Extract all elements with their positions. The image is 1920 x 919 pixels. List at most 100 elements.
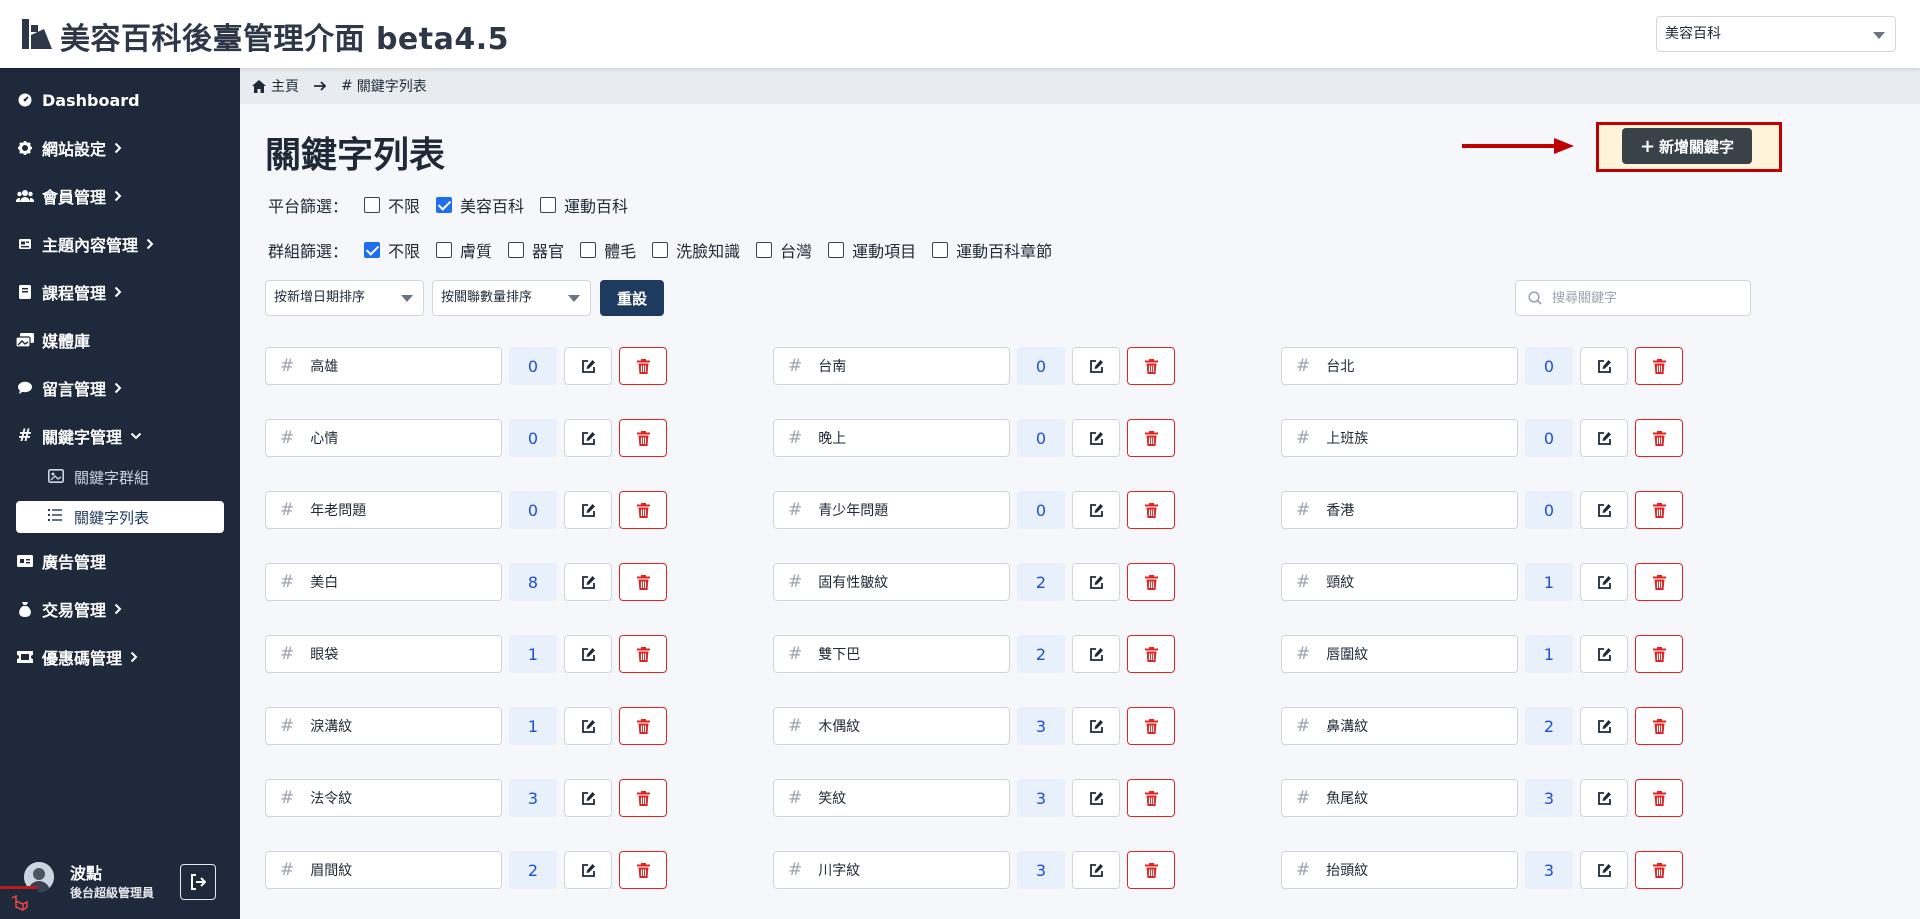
sidebar-item-coupons[interactable]: 優惠碼管理 (16, 643, 138, 671)
edit-keyword-button[interactable] (1580, 347, 1628, 385)
group-checkbox[interactable] (932, 242, 949, 258)
group-checkbox[interactable] (652, 242, 669, 258)
group-checkbox[interactable] (756, 242, 773, 258)
sidebar-subitem-keyword-groups[interactable]: 關鍵字群組 (48, 462, 149, 492)
sidebar-item-courses[interactable]: 課程管理 (16, 278, 122, 306)
group-option[interactable]: 體毛 (580, 238, 636, 262)
sidebar-item-ads[interactable]: 廣告管理 (16, 547, 106, 575)
keyword-name-field[interactable]: # 眼袋 (265, 635, 502, 673)
delete-keyword-button[interactable] (1635, 491, 1683, 529)
delete-keyword-button[interactable] (1127, 347, 1175, 385)
keyword-name-field[interactable]: # 鼻溝紋 (1281, 707, 1518, 745)
delete-keyword-button[interactable] (619, 779, 667, 817)
keyword-name-field[interactable]: # 魚尾紋 (1281, 779, 1518, 817)
edit-keyword-button[interactable] (1072, 851, 1120, 889)
keyword-name-field[interactable]: # 抬頭紋 (1281, 851, 1518, 889)
keyword-name-field[interactable]: # 法令紋 (265, 779, 502, 817)
sidebar-item-keywords[interactable]: # 關鍵字管理 (16, 422, 142, 450)
edit-keyword-button[interactable] (564, 851, 612, 889)
group-option[interactable]: 膚質 (436, 238, 492, 262)
delete-keyword-button[interactable] (1127, 779, 1175, 817)
delete-keyword-button[interactable] (1127, 635, 1175, 673)
keyword-name-field[interactable]: # 青少年問題 (773, 491, 1010, 529)
edit-keyword-button[interactable] (564, 707, 612, 745)
delete-keyword-button[interactable] (619, 707, 667, 745)
edit-keyword-button[interactable] (1072, 347, 1120, 385)
group-checkbox[interactable] (828, 242, 845, 258)
delete-keyword-button[interactable] (1635, 563, 1683, 601)
edit-keyword-button[interactable] (1580, 707, 1628, 745)
edit-keyword-button[interactable] (1072, 491, 1120, 529)
keyword-name-field[interactable]: # 木偶紋 (773, 707, 1010, 745)
edit-keyword-button[interactable] (1580, 563, 1628, 601)
breadcrumb-home[interactable]: 主頁 (252, 76, 299, 96)
group-option[interactable]: 洗臉知識 (652, 238, 740, 262)
edit-keyword-button[interactable] (1580, 635, 1628, 673)
keyword-name-field[interactable]: # 高雄 (265, 347, 502, 385)
sort-by-date-select[interactable]: 按新增日期排序 (265, 280, 424, 316)
keyword-name-field[interactable]: # 台南 (773, 347, 1010, 385)
logout-button[interactable] (180, 864, 216, 900)
edit-keyword-button[interactable] (564, 563, 612, 601)
group-option[interactable]: 運動項目 (828, 238, 916, 262)
delete-keyword-button[interactable] (619, 635, 667, 673)
platform-option[interactable]: 不限 (364, 193, 420, 217)
sidebar-item-dashboard[interactable]: Dashboard (16, 86, 140, 114)
sidebar-item-members[interactable]: 會員管理 (16, 182, 122, 210)
delete-keyword-button[interactable] (1127, 419, 1175, 457)
edit-keyword-button[interactable] (1072, 419, 1120, 457)
add-keyword-button[interactable]: + 新增關鍵字 (1622, 128, 1752, 164)
keyword-name-field[interactable]: # 美白 (265, 563, 502, 601)
platform-checkbox[interactable] (540, 197, 557, 213)
delete-keyword-button[interactable] (1635, 707, 1683, 745)
platform-option[interactable]: 運動百科 (540, 193, 628, 217)
edit-keyword-button[interactable] (564, 419, 612, 457)
keyword-name-field[interactable]: # 笑紋 (773, 779, 1010, 817)
sidebar-item-media[interactable]: 媒體庫 (16, 326, 90, 354)
delete-keyword-button[interactable] (619, 851, 667, 889)
edit-keyword-button[interactable] (1072, 779, 1120, 817)
platform-select[interactable]: 美容百科 (1656, 16, 1896, 52)
delete-keyword-button[interactable] (619, 347, 667, 385)
sidebar-item-settings[interactable]: 網站設定 (16, 134, 122, 162)
platform-checkbox[interactable] (436, 197, 453, 213)
group-option[interactable]: 器官 (508, 238, 564, 262)
delete-keyword-button[interactable] (1635, 419, 1683, 457)
delete-keyword-button[interactable] (1127, 707, 1175, 745)
keyword-name-field[interactable]: # 固有性皺紋 (773, 563, 1010, 601)
delete-keyword-button[interactable] (1127, 851, 1175, 889)
delete-keyword-button[interactable] (1635, 347, 1683, 385)
delete-keyword-button[interactable] (619, 491, 667, 529)
keyword-name-field[interactable]: # 香港 (1281, 491, 1518, 529)
sidebar-item-comments[interactable]: 留言管理 (16, 374, 122, 402)
edit-keyword-button[interactable] (1072, 635, 1120, 673)
edit-keyword-button[interactable] (564, 491, 612, 529)
keyword-name-field[interactable]: # 淚溝紋 (265, 707, 502, 745)
platform-checkbox[interactable] (364, 197, 381, 213)
sort-by-count-select[interactable]: 按關聯數量排序 (432, 280, 591, 316)
edit-keyword-button[interactable] (564, 779, 612, 817)
delete-keyword-button[interactable] (1635, 635, 1683, 673)
keyword-name-field[interactable]: # 年老問題 (265, 491, 502, 529)
keyword-name-field[interactable]: # 上班族 (1281, 419, 1518, 457)
group-checkbox[interactable] (436, 242, 453, 258)
group-option[interactable]: 台灣 (756, 238, 812, 262)
sidebar-item-content[interactable]: 主題內容管理 (16, 230, 154, 258)
group-option[interactable]: 不限 (364, 238, 420, 262)
delete-keyword-button[interactable] (1635, 851, 1683, 889)
delete-keyword-button[interactable] (619, 563, 667, 601)
edit-keyword-button[interactable] (1072, 563, 1120, 601)
group-checkbox[interactable] (580, 242, 597, 258)
keyword-name-field[interactable]: # 川字紋 (773, 851, 1010, 889)
keyword-name-field[interactable]: # 台北 (1281, 347, 1518, 385)
group-option[interactable]: 運動百科章節 (932, 238, 1052, 262)
platform-option[interactable]: 美容百科 (436, 193, 524, 217)
group-checkbox[interactable] (364, 242, 381, 258)
keyword-name-field[interactable]: # 晚上 (773, 419, 1010, 457)
edit-keyword-button[interactable] (1072, 707, 1120, 745)
keyword-name-field[interactable]: # 唇圍紋 (1281, 635, 1518, 673)
sidebar-subitem-keyword-list[interactable]: 關鍵字列表 (16, 501, 224, 533)
edit-keyword-button[interactable] (1580, 851, 1628, 889)
delete-keyword-button[interactable] (1635, 779, 1683, 817)
delete-keyword-button[interactable] (1127, 491, 1175, 529)
